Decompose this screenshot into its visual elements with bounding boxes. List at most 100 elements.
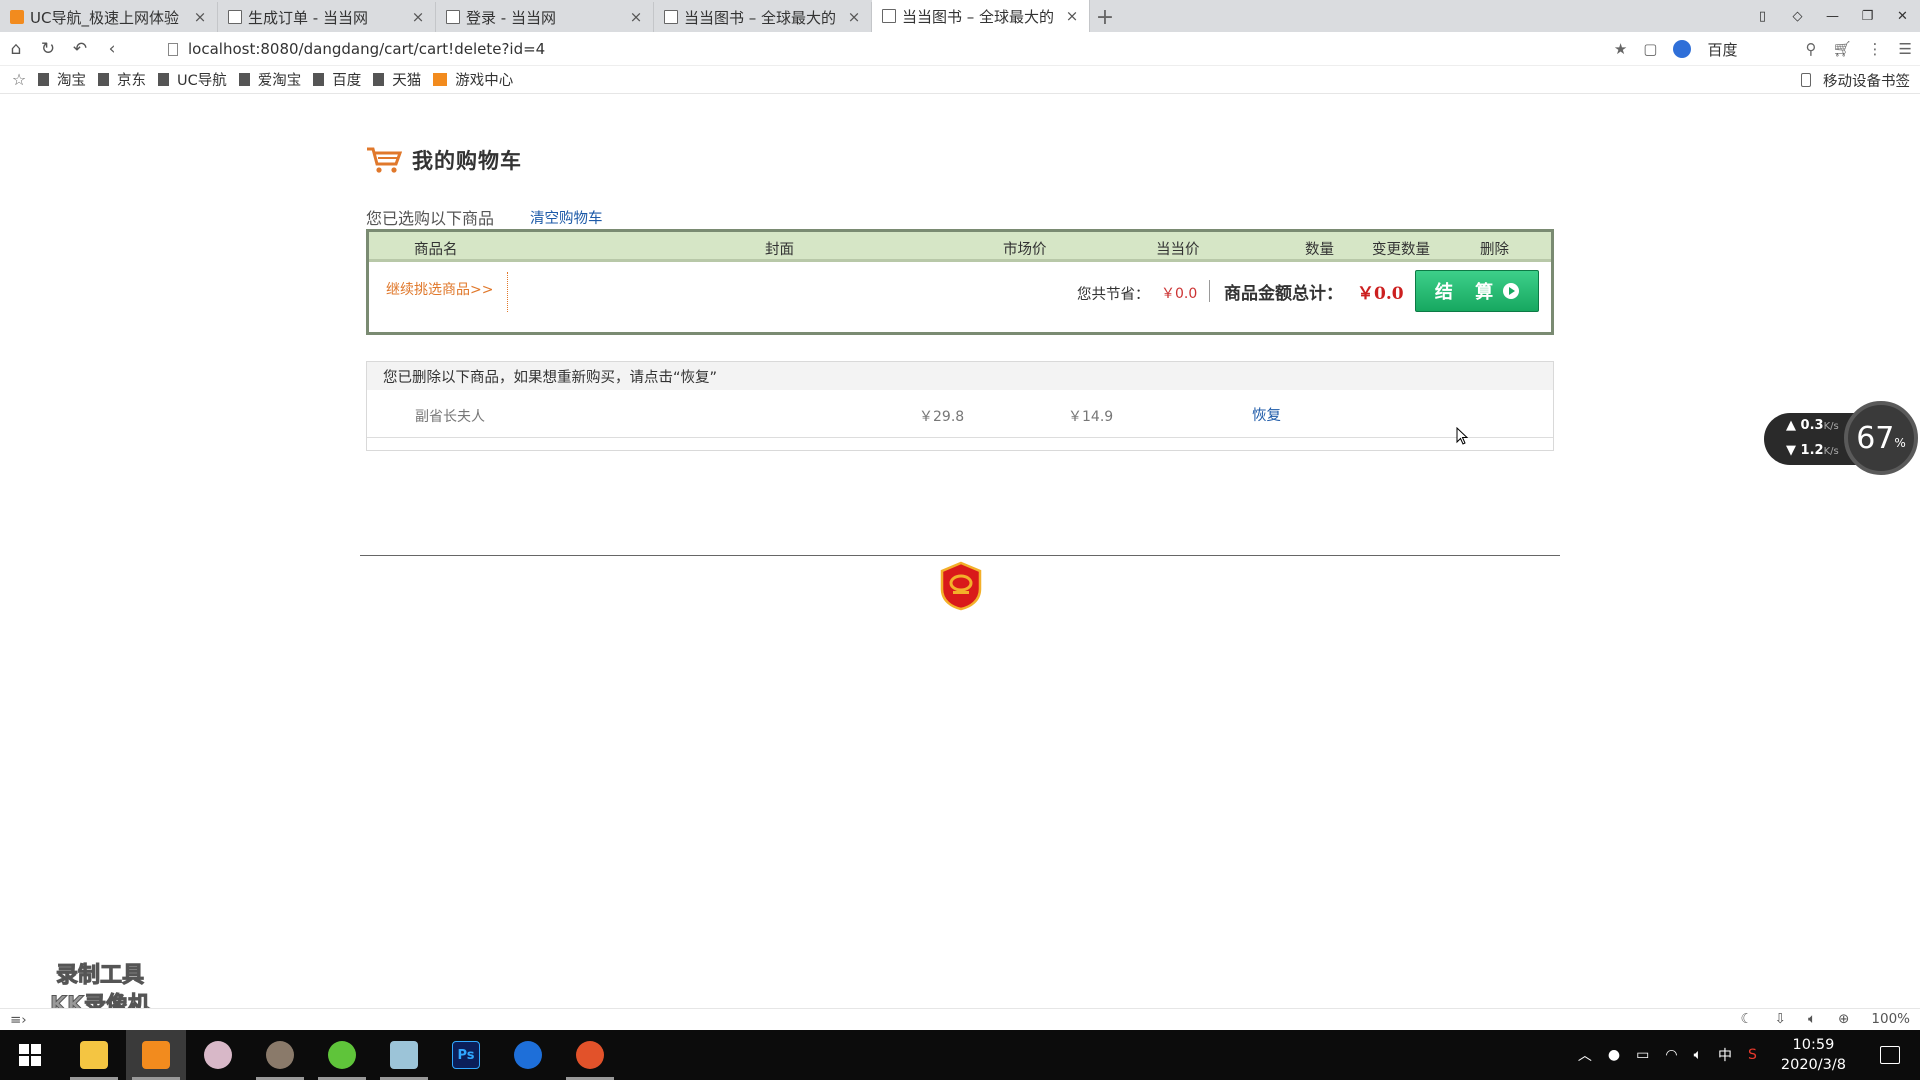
cart-icon[interactable]: 🛒︎ (1833, 40, 1852, 58)
taskbar-green-app[interactable] (312, 1030, 372, 1080)
dang-price: ￥14.9 (1068, 409, 1114, 425)
save-label: 您共节省： (1077, 287, 1150, 303)
search-icon[interactable]: ⚲ (1806, 40, 1817, 58)
close-icon[interactable]: × (193, 8, 207, 26)
volume-icon[interactable]: 🔈︎ (1808, 1011, 1816, 1027)
minimize-icon[interactable]: — (1815, 9, 1850, 24)
bookmark-taobao[interactable]: 淘宝 (38, 69, 86, 90)
shopping-cart-icon (367, 147, 402, 173)
menu-icon[interactable]: ☰ (1899, 40, 1912, 58)
star-icon[interactable]: ★ (1614, 40, 1627, 58)
tab-list-icon[interactable]: ▯ (1745, 9, 1780, 24)
taskbar-notebook-app[interactable] (374, 1030, 434, 1080)
sidebar-toggle-icon[interactable]: ≡› (10, 1012, 27, 1028)
taskbar-recorder[interactable] (560, 1030, 620, 1080)
window-controls: ▯ ◇ — ❐ ✕ (1745, 0, 1920, 32)
refresh-icon[interactable]: ↻ (32, 39, 64, 59)
tab-dangdang-books[interactable]: 当当图书 – 全球最大的 × (654, 2, 872, 32)
restore-link[interactable]: 恢复 (1252, 404, 1281, 425)
checkout-button[interactable]: 结 算 (1415, 270, 1539, 312)
close-window-icon[interactable]: ✕ (1885, 9, 1920, 24)
volume-icon[interactable]: 🔈︎ (1694, 1047, 1702, 1063)
baidu-icon[interactable] (1673, 40, 1692, 58)
clear-cart-link[interactable]: 清空购物车 (530, 207, 603, 228)
system-tray: ︿ ● ▭ ◠ 🔈︎ 中 S 10:59 2020/3/8 (1570, 1030, 1920, 1080)
skin-icon[interactable]: ◇ (1780, 9, 1815, 24)
night-mode-icon[interactable]: ☾ (1741, 1011, 1753, 1027)
selected-label: 您已选购以下商品 (366, 209, 495, 228)
network-speed-widget[interactable]: ▲ 0.3K/s ▼ 1.2K/s 67% (1764, 401, 1918, 475)
teamviewer-icon (514, 1041, 542, 1069)
bookmark-uc-nav[interactable]: UC导航 (158, 69, 227, 90)
market-price: ￥29.8 (919, 409, 965, 425)
new-tab-button[interactable]: + (1090, 2, 1120, 32)
close-icon[interactable]: × (1065, 7, 1079, 25)
taskbar-uc-browser[interactable] (126, 1030, 186, 1080)
tab-login[interactable]: 登录 - 当当网 × (436, 2, 654, 32)
status-bar: ≡› ☾ ⇩ 🔈︎ ⊕ 100% (0, 1008, 1920, 1030)
taskbar-teamviewer[interactable] (498, 1030, 558, 1080)
url-field[interactable]: localhost:8080/dangdang/cart/cart!delete… (168, 32, 545, 66)
bookmark-baidu[interactable]: 百度 (313, 69, 361, 90)
more-icon[interactable]: ⋮ (1868, 40, 1883, 58)
tab-uc-nav[interactable]: UC导航_极速上网体验 × (0, 2, 218, 32)
page-icon (228, 10, 242, 24)
tab-title: 当当图书 – 全球最大的 (684, 8, 837, 27)
home-icon[interactable]: ⌂ (0, 39, 32, 59)
reader-icon[interactable]: ▢ (1643, 40, 1657, 58)
cart-table-header: 商品名 封面 市场价 当当价 数量 变更数量 删除 (369, 232, 1551, 262)
bookmark-jd[interactable]: 京东 (98, 69, 146, 90)
column-header: 市场价 (1003, 242, 1047, 258)
restore-icon[interactable]: ❐ (1850, 9, 1885, 24)
bookmark-ai-taobao[interactable]: 爱淘宝 (238, 69, 301, 90)
folder-icon (80, 1041, 108, 1069)
battery-icon[interactable]: ▭ (1636, 1047, 1649, 1063)
sogou-icon[interactable]: S (1748, 1047, 1757, 1063)
taskbar-settings-app[interactable] (250, 1030, 310, 1080)
close-icon[interactable]: × (847, 8, 861, 26)
table-row: 副省长夫人 ￥29.8 ￥14.9 恢复 (367, 392, 1553, 438)
undo-icon[interactable]: ↶ (64, 39, 96, 59)
uc-browser-icon (142, 1041, 170, 1069)
taskbar-explorer[interactable] (64, 1030, 124, 1080)
bookmark-tmall[interactable]: 天猫 (373, 69, 421, 90)
file-icon (313, 73, 325, 86)
qq-icon[interactable]: ● (1608, 1047, 1620, 1063)
zoom-level[interactable]: 100% (1871, 1011, 1910, 1027)
upload-speed: ▲ 0.3K/s (1786, 418, 1839, 433)
search-engine-label[interactable]: 百度 (1707, 39, 1737, 60)
page-icon (664, 10, 678, 24)
divider (1209, 280, 1210, 302)
cart-summary: 继续挑选商品>> 您共节省： ￥0.0 商品金额总计： ￥0.0 结 算 (369, 262, 1551, 332)
clock[interactable]: 10:59 2020/3/8 (1781, 1035, 1846, 1075)
chevron-up-icon[interactable]: ︿ (1578, 1045, 1592, 1065)
tab-bar: UC导航_极速上网体验 × 生成订单 - 当当网 × 登录 - 当当网 × 当当… (0, 0, 1920, 32)
start-button[interactable] (0, 1030, 60, 1080)
cart-heading: 我的购物车 (366, 145, 522, 175)
download-speed: ▼ 1.2K/s (1786, 443, 1839, 458)
address-bar: ⌂ ↻ ↶ ‹ localhost:8080/dangdang/cart/car… (0, 32, 1920, 66)
zoom-icon[interactable]: ⊕ (1838, 1011, 1849, 1027)
file-icon (98, 73, 109, 86)
page-info-icon (168, 42, 178, 56)
divider (507, 272, 508, 312)
tab-title: 登录 - 当当网 (466, 8, 556, 27)
wifi-icon[interactable]: ◠ (1665, 1047, 1677, 1063)
notification-icon[interactable] (1880, 1046, 1900, 1064)
mobile-bookmarks[interactable]: 移动设备书签 (1801, 66, 1910, 94)
taskbar-photoshop[interactable]: Ps (436, 1030, 496, 1080)
close-icon[interactable]: × (411, 8, 425, 26)
back-icon[interactable]: ‹ (96, 39, 128, 59)
continue-shopping-link[interactable]: 继续挑选商品>> (386, 279, 493, 299)
download-icon[interactable]: ⇩ (1775, 1011, 1786, 1027)
bookmark-star-icon[interactable]: ☆ (0, 70, 38, 89)
tab-dangdang-books-active[interactable]: 当当图书 – 全球最大的 × (872, 0, 1090, 32)
deleted-items-panel: 您已删除以下商品，如果想重新购买，请点击“恢复” 副省长夫人 ￥29.8 ￥14… (366, 361, 1554, 451)
taskbar-app-avatar[interactable] (188, 1030, 248, 1080)
ime-indicator[interactable]: 中 (1718, 1045, 1732, 1065)
tab-order[interactable]: 生成订单 - 当当网 × (218, 2, 436, 32)
status-tools: ☾ ⇩ 🔈︎ ⊕ 100% (1741, 1011, 1910, 1027)
bookmark-game-center[interactable]: 游戏中心 (433, 69, 513, 90)
tab-title: UC导航_极速上网体验 (30, 8, 179, 27)
close-icon[interactable]: × (629, 8, 643, 26)
